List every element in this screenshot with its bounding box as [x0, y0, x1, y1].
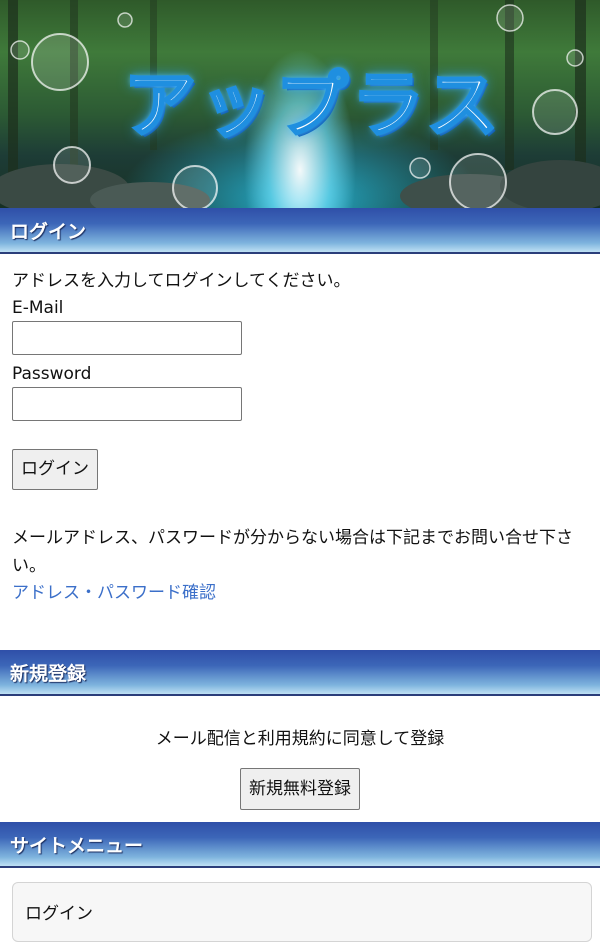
password-field[interactable]: [12, 387, 242, 421]
login-instructions: アドレスを入力してログインしてください。: [12, 271, 351, 291]
site-logo: アップラス: [122, 61, 503, 148]
site-menu: ログイン: [0, 868, 600, 942]
email-label: E-Mail: [12, 298, 64, 318]
register-section-header: 新規登録: [0, 650, 600, 696]
site-banner: アップラス: [0, 0, 600, 208]
login-section-header: ログイン: [0, 208, 600, 254]
login-button[interactable]: ログイン: [12, 449, 98, 490]
login-form: アドレスを入力してログインしてください。 E-Mail Password ログイ…: [0, 254, 600, 606]
terms-agreement-text: メール配信と利用規約に同意して登録: [155, 729, 445, 749]
forgot-credentials-notice: メールアドレス、パスワードが分からない場合は下記までお問い合せ下さい。: [12, 528, 573, 576]
site-menu-header: サイトメニュー: [0, 822, 600, 868]
password-label: Password: [12, 364, 92, 384]
menu-item-login[interactable]: ログイン: [12, 882, 592, 942]
email-field[interactable]: [12, 321, 242, 355]
register-section: メール配信と利用規約に同意して登録 新規無料登録: [0, 696, 600, 822]
free-register-button[interactable]: 新規無料登録: [240, 768, 360, 810]
address-password-check-link[interactable]: アドレス・パスワード確認: [12, 580, 216, 606]
